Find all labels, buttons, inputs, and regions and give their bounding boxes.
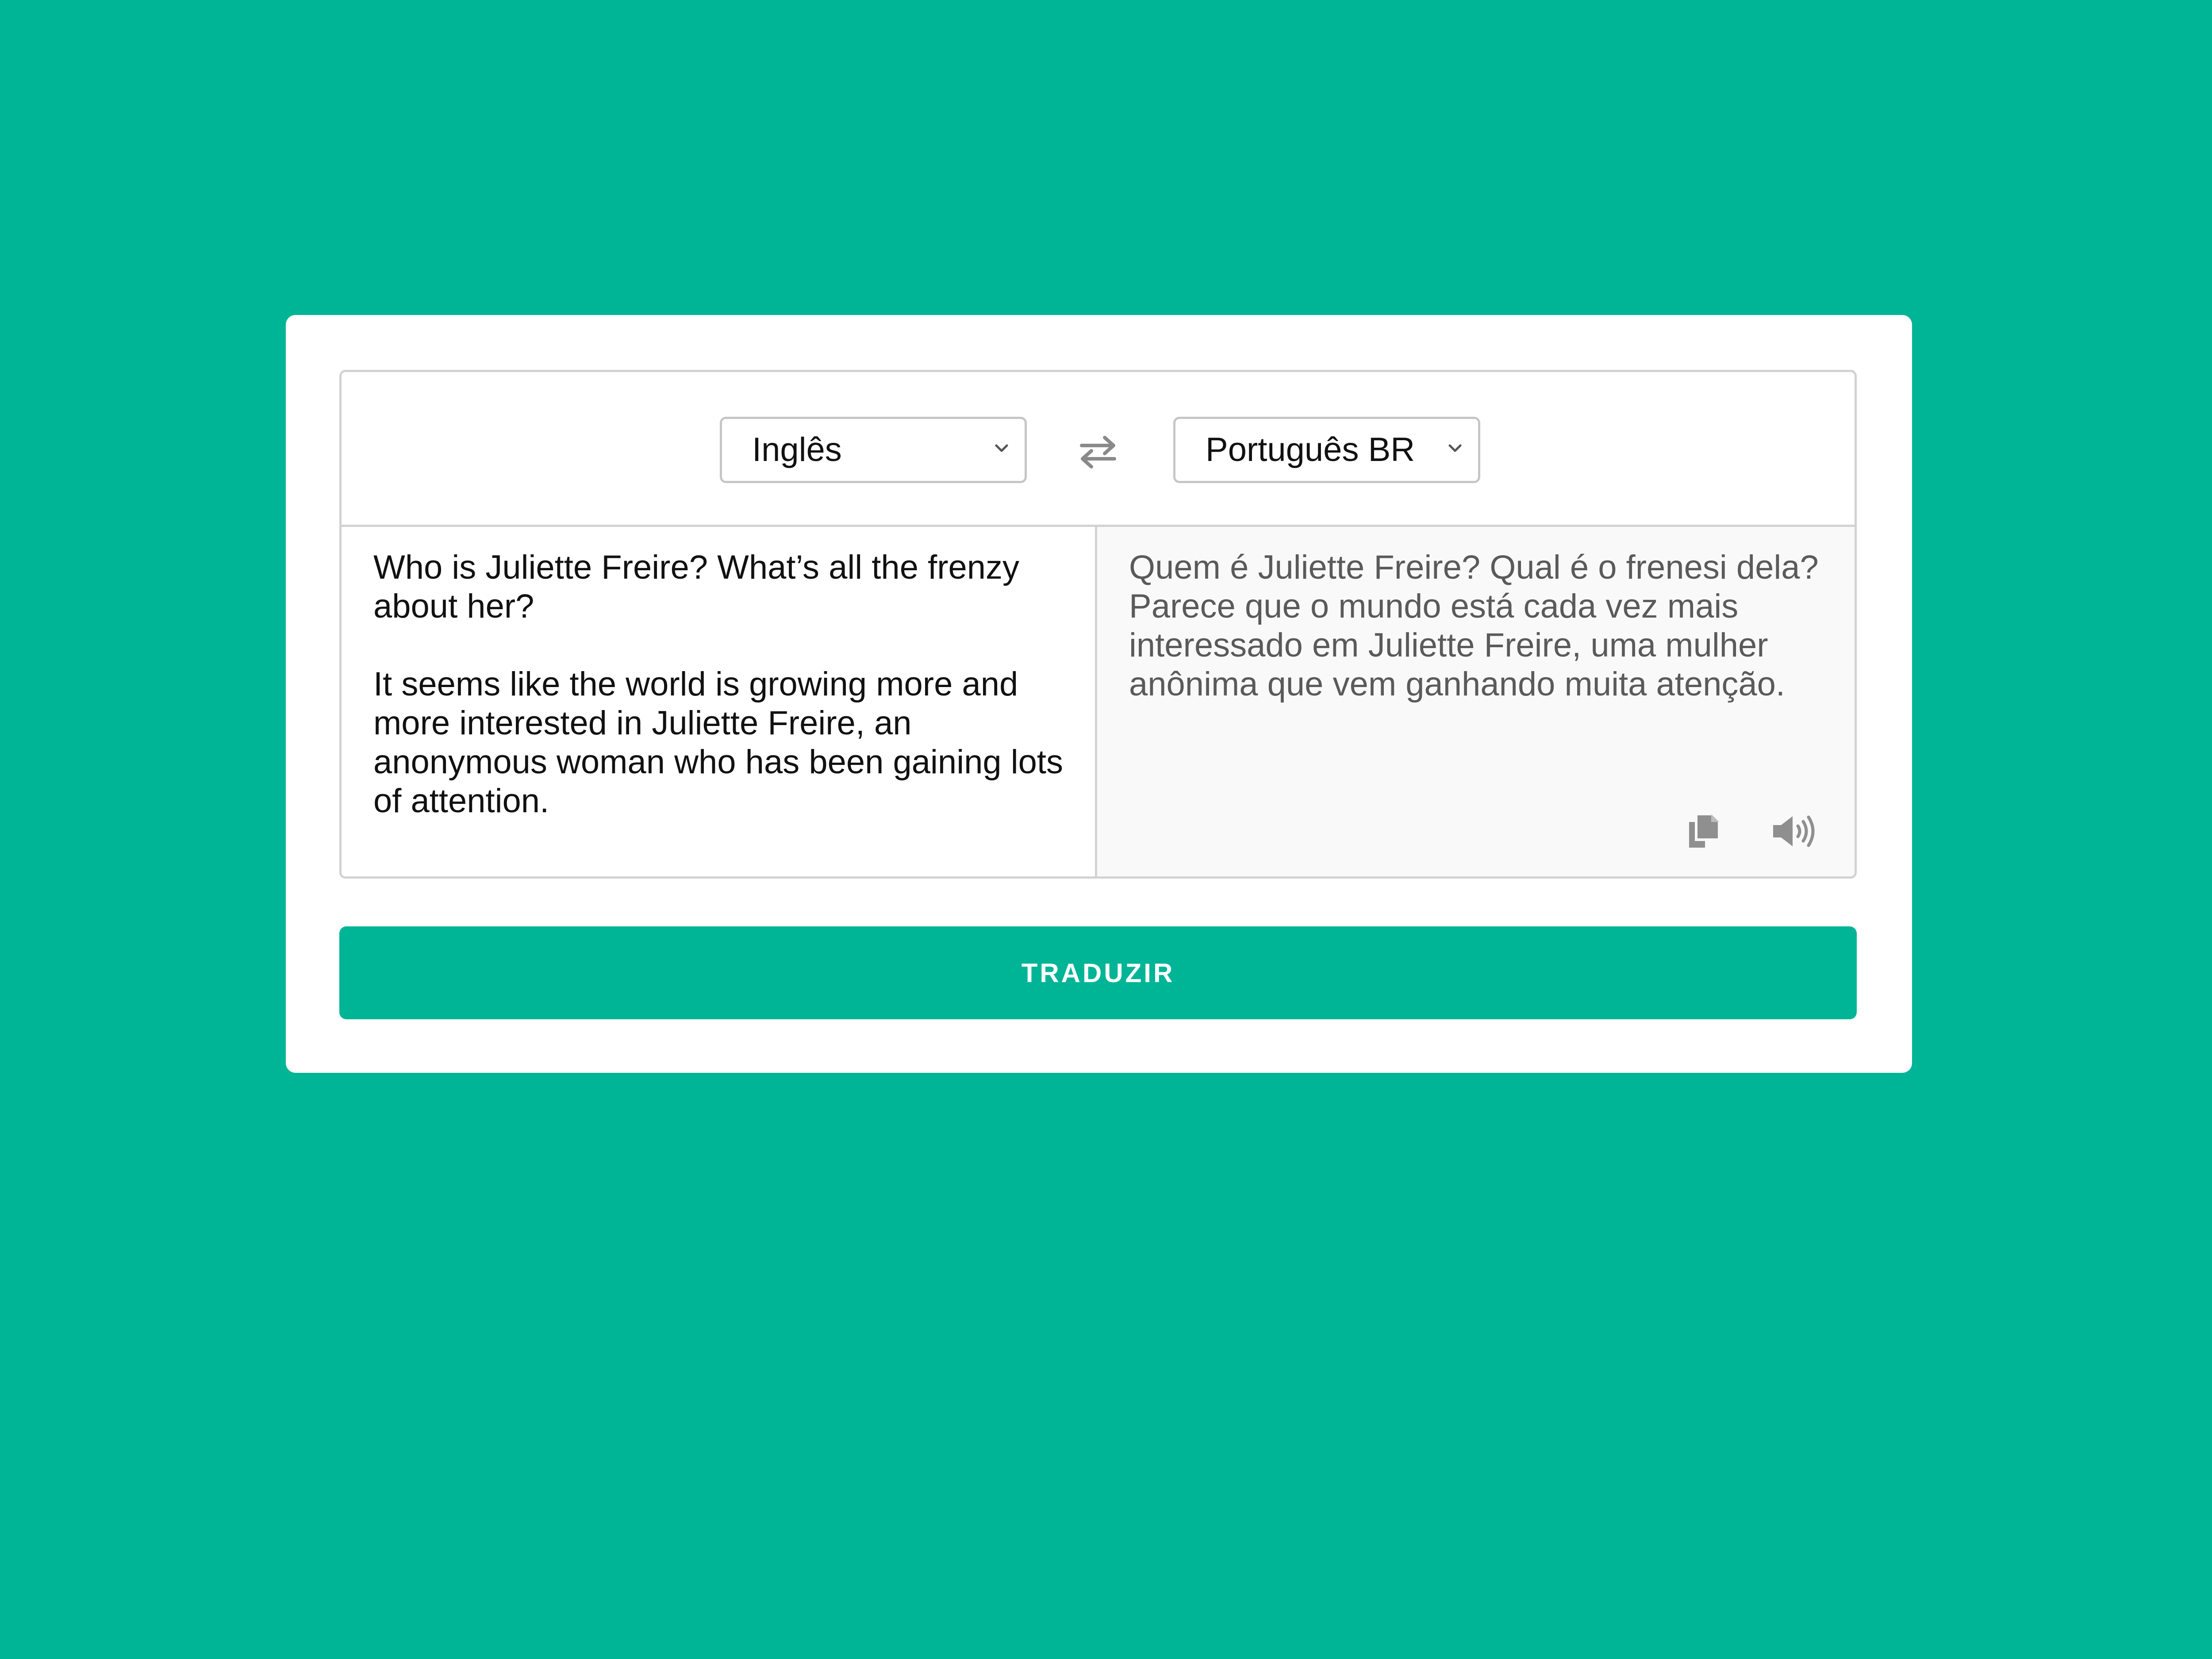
target-language-select[interactable]: Português BR [1173,417,1480,483]
speaker-icon[interactable] [1771,811,1819,851]
translated-text: Quem é Juliette Freire? Qual é o frenesi… [1129,549,1819,703]
translator-panel: Inglês Português BR Who is Juliette Frei… [339,370,1857,879]
language-bar: Inglês Português BR [342,372,1855,527]
copy-icon[interactable] [1682,811,1729,851]
source-language-value: Inglês [752,431,842,469]
chevron-down-icon [1448,444,1462,452]
source-text-input[interactable]: Who is Juliette Freire? What’s all the f… [342,527,1097,876]
translate-button[interactable]: TRADUZIR [339,926,1857,1019]
source-paragraph: It seems like the world is growing more … [373,665,1073,820]
translated-text-output: Quem é Juliette Freire? Qual é o frenesi… [1097,527,1855,876]
chevron-down-icon [995,444,1008,452]
source-language-select[interactable]: Inglês [720,417,1027,483]
translator-card: Inglês Português BR Who is Juliette Frei… [286,315,1912,1073]
target-language-value: Português BR [1206,431,1415,469]
swap-arrows-icon[interactable] [1078,434,1118,469]
source-paragraph: Who is Juliette Freire? What’s all the f… [373,549,1029,625]
output-actions [1682,811,1819,851]
